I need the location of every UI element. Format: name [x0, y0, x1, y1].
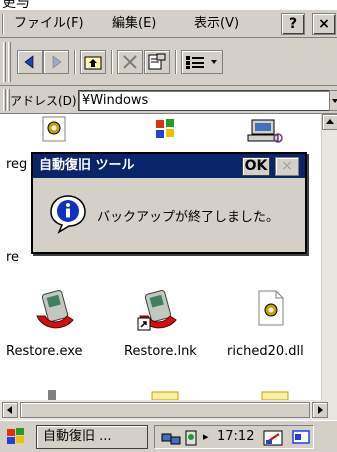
file-label: Restore.exe	[6, 344, 83, 359]
title-fragment-text: 更与	[2, 0, 30, 10]
close-button[interactable]: ×	[312, 13, 336, 35]
back-button[interactable]	[17, 50, 43, 74]
file-item[interactable]: Restore.exe	[0, 286, 110, 366]
forward-button[interactable]	[43, 50, 69, 74]
views-button[interactable]	[181, 50, 223, 74]
network-icon[interactable]	[161, 429, 181, 447]
horizontal-scrollbar[interactable]	[0, 400, 337, 420]
file-label: re	[6, 250, 20, 265]
clock[interactable]: 17:12	[217, 429, 254, 444]
vertical-scrollbar[interactable]	[321, 114, 337, 400]
address-bar: アドレス(D) ¥Windows	[0, 86, 337, 114]
properties-button[interactable]	[144, 50, 170, 74]
menu-grip	[2, 14, 4, 34]
windows-flag-icon	[7, 428, 24, 444]
properties-icon	[148, 53, 166, 70]
window-title-fragment: 更与	[0, 0, 337, 10]
connection-icon[interactable]	[183, 429, 199, 447]
up-folder-icon	[84, 56, 102, 70]
toolbar-separator-3	[175, 50, 177, 74]
file-item[interactable]	[0, 384, 110, 400]
restore-lnk-icon	[137, 290, 177, 331]
back-icon	[24, 55, 34, 69]
delete-icon	[123, 55, 137, 69]
dll-file-icon	[258, 290, 284, 326]
horizontal-scroll-thumb[interactable]	[20, 402, 310, 418]
gear-file-icon	[42, 116, 66, 142]
arrow-left-icon	[7, 406, 12, 414]
menu-view[interactable]: 表示(V)	[188, 14, 245, 34]
file-label: reg	[6, 157, 28, 172]
chevron-down-icon	[332, 99, 337, 103]
delete-button[interactable]	[117, 50, 143, 74]
toolbar-separator	[74, 50, 76, 74]
windows-flag-icon	[156, 119, 174, 138]
file-item[interactable]	[220, 384, 321, 400]
auto-recovery-dialog: 自動復旧 ツール OK × バックアップが終了しました。	[31, 152, 307, 254]
arrow-right-icon	[318, 406, 323, 414]
views-icon	[186, 56, 217, 69]
file-label: Restore.lnk	[124, 344, 197, 359]
menu-edit[interactable]: 編集(E)	[106, 14, 162, 34]
input-panel-icon[interactable]	[263, 428, 285, 448]
address-dropdown-button[interactable]	[329, 90, 337, 111]
info-icon	[50, 195, 86, 234]
address-label: アドレス(D)	[10, 94, 77, 108]
menu-file[interactable]: ファイル(F)	[8, 14, 90, 34]
up-folder-button[interactable]	[80, 50, 106, 74]
system-tray: ▸ 17:12	[154, 425, 314, 449]
toolbar-grip-2	[8, 42, 11, 82]
file-item[interactable]: Restore.lnk	[110, 286, 220, 366]
toolbar-separator-2	[111, 50, 113, 74]
scroll-left-button[interactable]	[2, 402, 18, 418]
dialog-message: バックアップが終了しました。	[97, 210, 280, 225]
partial-folder-icon	[261, 391, 289, 400]
file-item[interactable]	[110, 384, 220, 400]
help-button[interactable]: ?	[281, 13, 305, 35]
file-item[interactable]: riched20.dll	[220, 286, 321, 366]
dialog-close-button[interactable]: ×	[275, 157, 299, 176]
toolbar	[0, 38, 337, 86]
computer-icon	[247, 119, 283, 143]
start-button[interactable]	[4, 425, 30, 449]
scroll-up-button[interactable]	[322, 114, 337, 130]
partial-file-icon	[48, 390, 56, 400]
partial-folder-icon	[151, 391, 179, 400]
toolbar-grip	[3, 42, 6, 82]
menu-bar: ファイル(F) 編集(E) 表示(V) ? ×	[0, 10, 337, 38]
desktop-icon[interactable]	[291, 428, 313, 448]
scroll-right-button[interactable]	[312, 402, 328, 418]
arrow-up-icon	[326, 119, 334, 124]
file-label: riched20.dll	[227, 344, 304, 359]
address-input[interactable]: ¥Windows	[78, 90, 330, 111]
taskbar: 自動復旧 ... ▸ 17:12	[0, 420, 337, 452]
address-grip	[3, 89, 6, 111]
tray-arrow-icon: ▸	[203, 430, 209, 443]
forward-icon	[52, 55, 62, 69]
ok-button[interactable]: OK	[242, 157, 270, 176]
restore-exe-icon	[36, 290, 74, 329]
taskbar-app-button[interactable]: 自動復旧 ...	[36, 425, 148, 449]
